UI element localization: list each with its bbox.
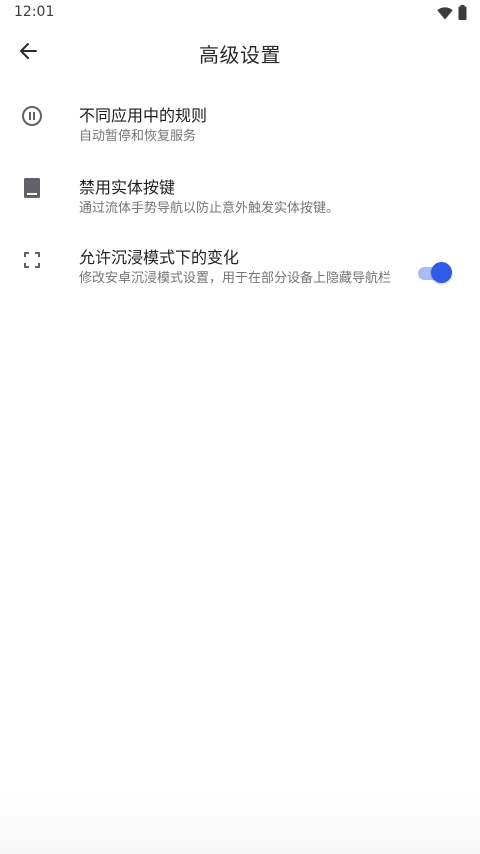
fullscreen-icon	[20, 248, 44, 272]
phone-hardware-key-icon	[20, 176, 44, 200]
pause-circle-icon	[20, 104, 44, 128]
status-time: 12:01	[14, 4, 55, 20]
setting-title: 允许沉浸模式下的变化	[79, 248, 240, 267]
setting-rules-per-app[interactable]: 不同应用中的规则 自动暂停和恢复服务	[0, 96, 480, 156]
page-title: 高级设置	[199, 43, 281, 67]
setting-subtitle: 自动暂停和恢复服务	[79, 129, 197, 144]
status-icons	[437, 5, 467, 24]
battery-icon	[458, 5, 467, 24]
setting-disable-hardware-keys[interactable]: 禁用实体按键 通过流体手势导航以防止意外触发实体按键。	[0, 168, 480, 228]
bottom-edge	[0, 794, 480, 854]
setting-subtitle: 通过流体手势导航以防止意外触发实体按键。	[79, 201, 340, 216]
wifi-icon	[437, 5, 453, 24]
setting-subtitle: 修改安卓沉浸模式设置，用于在部分设备上隐藏导航栏	[79, 271, 392, 286]
status-bar: 12:01	[0, 0, 480, 26]
setting-title: 禁用实体按键	[79, 178, 176, 197]
setting-title: 不同应用中的规则	[79, 106, 208, 125]
app-bar: 高级设置	[0, 26, 480, 80]
toggle-thumb	[431, 262, 452, 283]
setting-immersive-mode[interactable]: 允许沉浸模式下的变化 修改安卓沉浸模式设置，用于在部分设备上隐藏导航栏	[0, 238, 480, 310]
screen: 12:01 高级设置 不同应用中的规则 自动暂停和恢复服务 禁用实体按键 通过流…	[0, 0, 480, 854]
immersive-mode-toggle[interactable]	[418, 261, 454, 285]
